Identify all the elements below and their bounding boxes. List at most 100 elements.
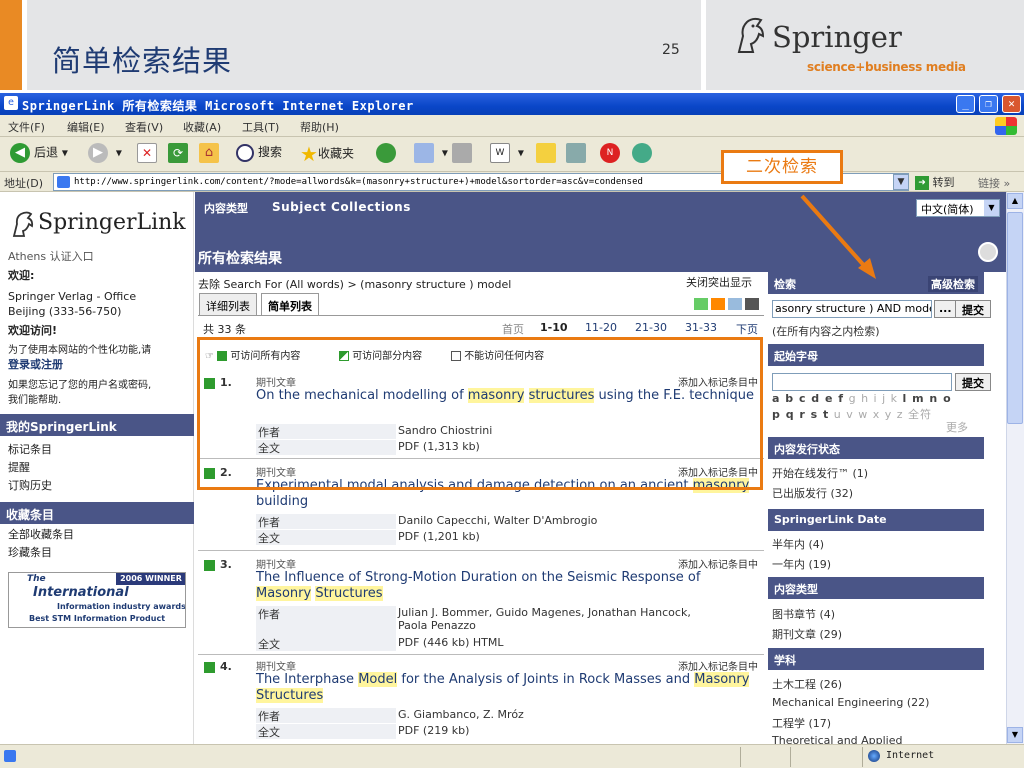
go-button[interactable]: ➜ 转到 xyxy=(915,174,955,190)
divider xyxy=(198,654,764,655)
letter-links[interactable]: l m n o xyxy=(903,392,952,405)
favorites-button[interactable]: ★收藏夹 xyxy=(300,142,354,166)
refresh-button[interactable]: ⟳ xyxy=(168,143,192,163)
letter-links[interactable]: a b c d e f xyxy=(772,392,844,405)
order-history-link[interactable]: 订购历史 xyxy=(8,478,52,493)
close-button[interactable]: ✕ xyxy=(1002,95,1021,113)
author-value[interactable]: G. Giambanco, Z. Mróz xyxy=(398,708,524,721)
award-line-3: Best STM Information Product xyxy=(29,614,166,623)
search-submit-button[interactable]: 提交 xyxy=(955,300,991,318)
back-button[interactable]: ◀ 后退 ▾ xyxy=(10,143,68,163)
status-divider xyxy=(740,747,741,767)
result-item: 4. 期刊文章 添加入标记条目中 The Interphase Model fo… xyxy=(198,658,764,744)
type-journal-article-link[interactable]: 期刊文章 (29) xyxy=(772,626,842,642)
home-button[interactable]: ⌂ xyxy=(199,143,223,163)
marked-items-link[interactable]: 标记条目 xyxy=(8,442,52,457)
status-published-link[interactable]: 已出版发行 (32) xyxy=(772,485,853,501)
start-letter-input[interactable] xyxy=(772,373,952,391)
left-sidebar: SpringerLink Athens 认证入口 欢迎: Springer Ve… xyxy=(0,192,194,744)
messenger-button[interactable] xyxy=(632,143,656,163)
links-button[interactable]: 链接 » xyxy=(978,175,1010,191)
pager-next[interactable]: 下页 xyxy=(736,321,758,337)
minimize-button[interactable]: _ xyxy=(956,95,975,113)
restore-button[interactable]: ❐ xyxy=(979,95,998,113)
pager-page-4[interactable]: 31-33 xyxy=(685,321,717,334)
scroll-down-button[interactable]: ▼ xyxy=(1007,727,1023,743)
edit-button[interactable]: W ▾ xyxy=(490,143,524,163)
secondary-search-label: 二次检索 xyxy=(721,150,843,184)
result-title-link[interactable]: The Influence of Strong-Motion Duration … xyxy=(256,570,756,602)
date-one-year-link[interactable]: 一年内 (19) xyxy=(772,556,831,572)
rss-icon[interactable] xyxy=(711,298,725,310)
pager-page-3[interactable]: 21-30 xyxy=(635,321,667,334)
menu-favorites[interactable]: 收藏(A) xyxy=(183,119,221,135)
all-favorites-link[interactable]: 全部收藏条目 xyxy=(8,527,74,542)
alerts-link[interactable]: 提醒 xyxy=(8,460,30,475)
print-page-icon[interactable] xyxy=(978,242,998,262)
treasured-link[interactable]: 珍藏条目 xyxy=(8,545,52,560)
subject-engineering-link[interactable]: 工程学 (17) xyxy=(772,715,831,731)
add-to-marked-link[interactable]: 添加入标记条目中 xyxy=(678,658,758,673)
author-value[interactable]: Paola Penazzo xyxy=(398,619,476,632)
history-icon xyxy=(376,143,396,163)
menu-view[interactable]: 查看(V) xyxy=(125,119,163,135)
subject-civil-link[interactable]: 土木工程 (26) xyxy=(772,676,842,692)
author-value[interactable]: Danilo Capecchi, Walter D'Ambrogio xyxy=(398,514,597,527)
mail-button[interactable]: ▾ xyxy=(414,143,448,163)
pager-page-1[interactable]: 1-10 xyxy=(540,321,568,334)
search-button[interactable]: 搜索 xyxy=(236,143,282,162)
menu-file[interactable]: 文件(F) xyxy=(8,119,45,135)
folder-button[interactable] xyxy=(536,143,560,163)
subject-mechanical-link[interactable]: Mechanical Engineering (22) xyxy=(772,696,929,709)
author-value[interactable]: Julian J. Bommer, Guido Magenes, Jonatha… xyxy=(398,606,691,619)
add-to-marked-link[interactable]: 添加入标记条目中 xyxy=(678,556,758,571)
email-icon[interactable] xyxy=(728,298,742,310)
language-select[interactable]: 中文(简体) ▼ xyxy=(916,199,1000,217)
date-half-year-link[interactable]: 半年内 (4) xyxy=(772,536,824,552)
search-options-button[interactable]: ... xyxy=(934,300,957,318)
address-dropdown-button[interactable]: ▼ xyxy=(893,174,909,190)
print-button[interactable] xyxy=(452,143,476,163)
fulltext-link[interactable]: PDF (446 kb) HTML xyxy=(398,636,503,649)
subject-theoretical-link[interactable]: Theoretical and Applied xyxy=(772,734,903,744)
status-online-first-link[interactable]: 开始在线发行™ (1) xyxy=(772,465,868,481)
content-types-link[interactable]: 内容类型 xyxy=(204,200,248,216)
content-type-header: 内容类型 xyxy=(768,577,984,599)
athens-link[interactable]: Athens 认证入口 xyxy=(8,249,94,264)
stop-button[interactable]: ✕ xyxy=(137,143,161,163)
fulltext-link[interactable]: PDF (219 kb) xyxy=(398,724,469,737)
scroll-up-button[interactable]: ▲ xyxy=(1007,193,1023,209)
menu-help[interactable]: 帮助(H) xyxy=(300,119,339,135)
subject-collections-link[interactable]: Subject Collections xyxy=(272,200,411,214)
ie-window-icon: e xyxy=(4,96,18,110)
result-title-link[interactable]: The Interphase Model for the Analysis of… xyxy=(256,672,756,704)
type-book-chapter-link[interactable]: 图书章节 (4) xyxy=(772,606,835,622)
start-letter-submit-button[interactable]: 提交 xyxy=(955,373,991,391)
fulltext-link[interactable]: PDF (1,201 kb) xyxy=(398,530,480,543)
pager-first[interactable]: 首页 xyxy=(502,321,524,337)
menu-edit[interactable]: 编辑(E) xyxy=(67,119,105,135)
close-highlight-link[interactable]: 关闭突出显示 xyxy=(686,274,752,290)
help-link[interactable]: 我们能帮助. xyxy=(8,393,61,408)
tab-detail-list[interactable]: 详细列表 xyxy=(199,293,257,315)
breadcrumb[interactable]: 去除 Search For (All words) > (masonry str… xyxy=(198,276,511,292)
search-input[interactable]: asonry structure ) AND model xyxy=(772,300,932,318)
more-letters-link[interactable]: 更多 xyxy=(946,419,968,435)
history-button[interactable] xyxy=(376,143,400,163)
save-icon[interactable] xyxy=(745,298,759,310)
scroll-thumb[interactable] xyxy=(1007,212,1023,424)
forward-button[interactable]: ▶ ▾ xyxy=(88,143,122,163)
letter-links[interactable]: p q r s t xyxy=(772,408,829,421)
award-banner[interactable]: The 2006 WINNER International Informatio… xyxy=(8,572,186,628)
addon-button[interactable]: N xyxy=(600,143,624,163)
advanced-search-link[interactable]: 高级检索 xyxy=(928,276,978,292)
tab-underline xyxy=(198,315,764,316)
research-button[interactable] xyxy=(566,143,590,163)
login-register-link[interactable]: 登录或注册 xyxy=(8,357,63,372)
chevron-down-icon: ▼ xyxy=(984,200,999,216)
tab-simple-list[interactable]: 简单列表 xyxy=(261,293,319,315)
pager-page-2[interactable]: 11-20 xyxy=(585,321,617,334)
export-icon[interactable] xyxy=(694,298,708,310)
forward-arrow-icon: ▶ xyxy=(88,143,108,163)
menu-tools[interactable]: 工具(T) xyxy=(242,119,279,135)
